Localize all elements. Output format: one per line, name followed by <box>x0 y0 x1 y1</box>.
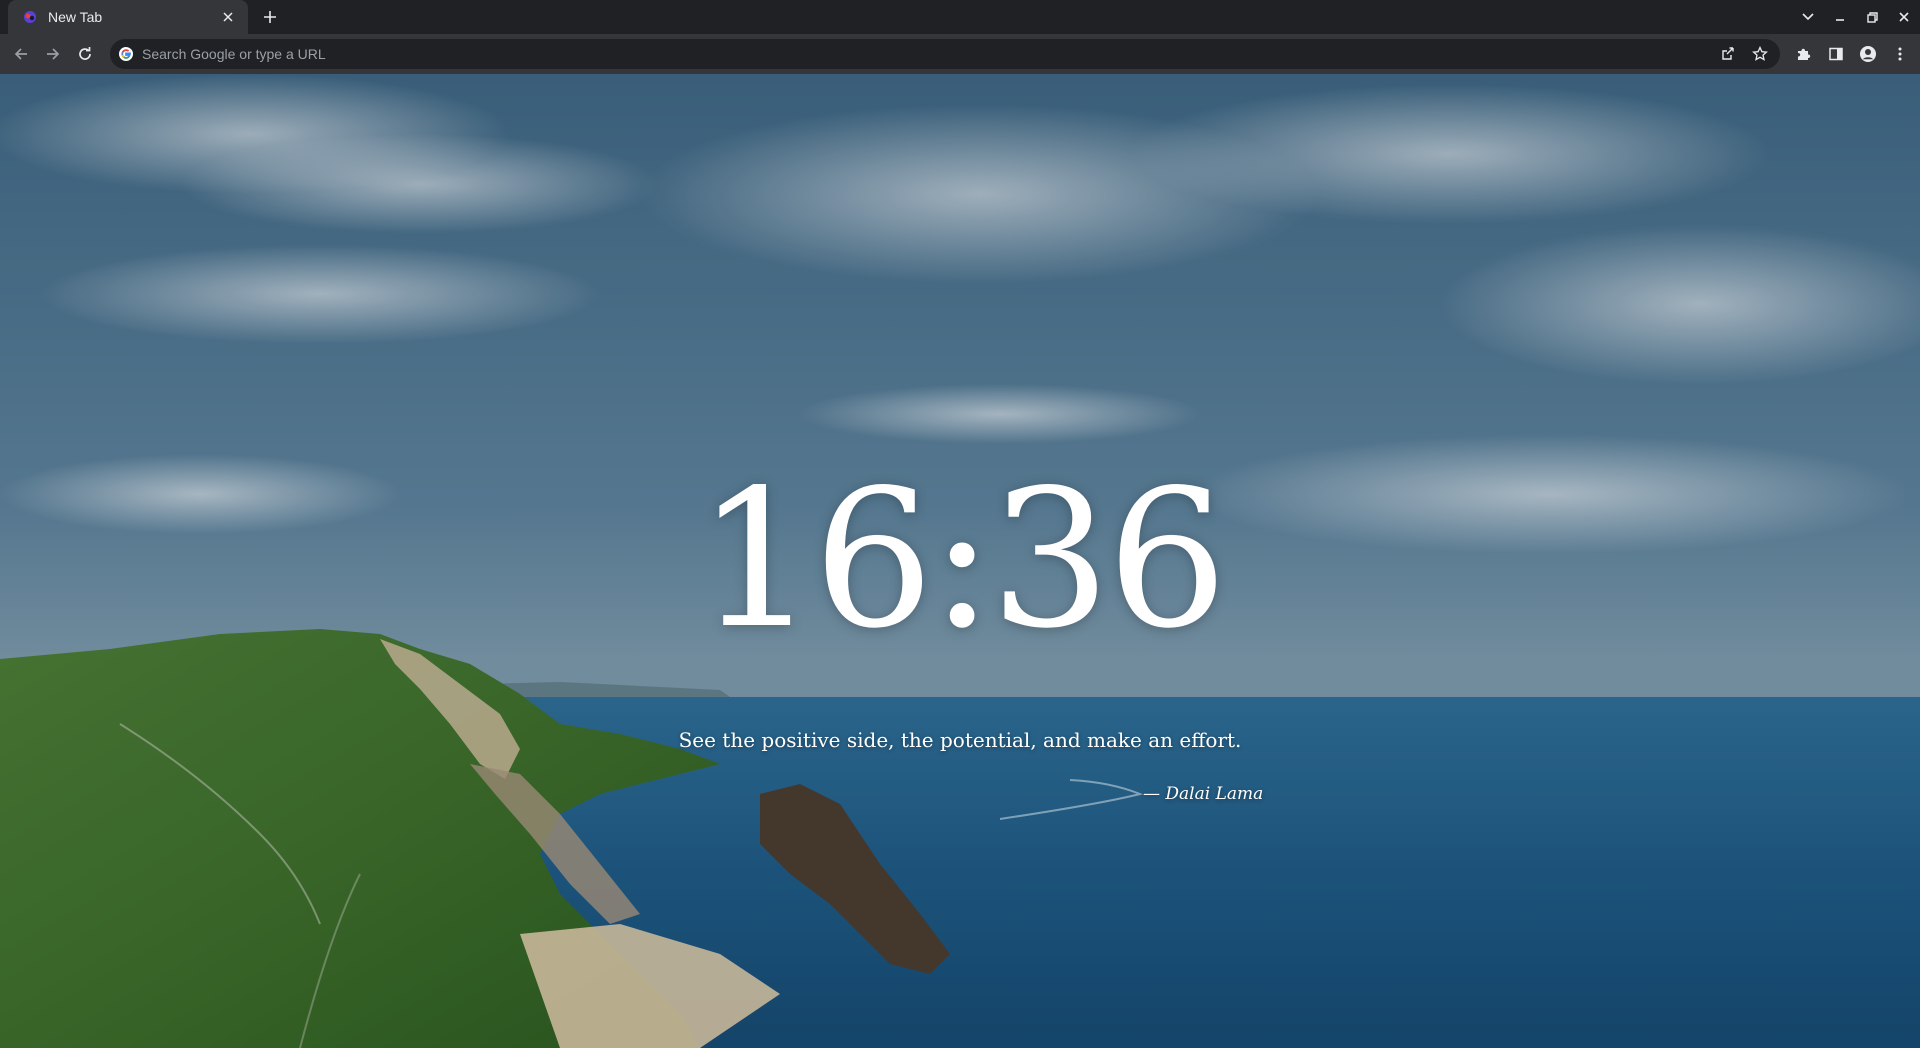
omnibox-input[interactable] <box>142 39 1712 69</box>
share-button[interactable] <box>1712 39 1744 69</box>
omnibox[interactable] <box>110 39 1780 69</box>
extensions-button[interactable] <box>1788 38 1820 70</box>
side-panel-button[interactable] <box>1820 38 1852 70</box>
tab-title: New Tab <box>48 9 103 25</box>
plus-icon <box>264 11 276 23</box>
google-g-icon <box>118 46 134 62</box>
tab-close-icon[interactable] <box>218 7 238 27</box>
tab-new-tab[interactable]: New Tab <box>8 0 248 34</box>
quote-text: See the positive side, the potential, an… <box>678 728 1242 752</box>
tab-strip: New Tab <box>0 0 1920 34</box>
star-icon <box>1752 46 1768 61</box>
chrome-menu-button[interactable] <box>1884 38 1916 70</box>
close-icon <box>1899 12 1909 22</box>
new-tab-favicon-icon <box>22 9 38 25</box>
kebab-menu-icon <box>1898 47 1902 61</box>
clock: 16:36 <box>696 449 1228 670</box>
minimize-icon <box>1836 19 1844 21</box>
new-tab-page: 16:36 See the positive side, the potenti… <box>0 74 1920 1048</box>
arrow-right-icon <box>47 48 60 60</box>
reload-button[interactable] <box>69 38 101 70</box>
profile-button[interactable] <box>1852 38 1884 70</box>
close-window-button[interactable] <box>1888 0 1920 34</box>
side-panel-icon <box>1829 47 1843 61</box>
person-icon <box>1860 46 1876 62</box>
arrow-left-icon <box>14 48 27 60</box>
new-tab-button[interactable] <box>258 5 282 29</box>
puzzle-icon <box>1798 48 1811 60</box>
minimize-button[interactable] <box>1824 0 1856 34</box>
back-button[interactable] <box>5 38 37 70</box>
restore-button[interactable] <box>1856 0 1888 34</box>
reload-icon <box>79 47 91 60</box>
restore-icon <box>1866 11 1878 23</box>
tab-search-button[interactable] <box>1792 0 1824 34</box>
browser-toolbar <box>0 34 1920 74</box>
bookmark-button[interactable] <box>1744 39 1776 69</box>
chevron-down-icon <box>1802 13 1814 21</box>
window-controls <box>1792 0 1920 34</box>
share-icon <box>1722 47 1734 60</box>
quote-author: — Dalai Lama <box>1143 784 1264 804</box>
forward-button[interactable] <box>37 38 69 70</box>
